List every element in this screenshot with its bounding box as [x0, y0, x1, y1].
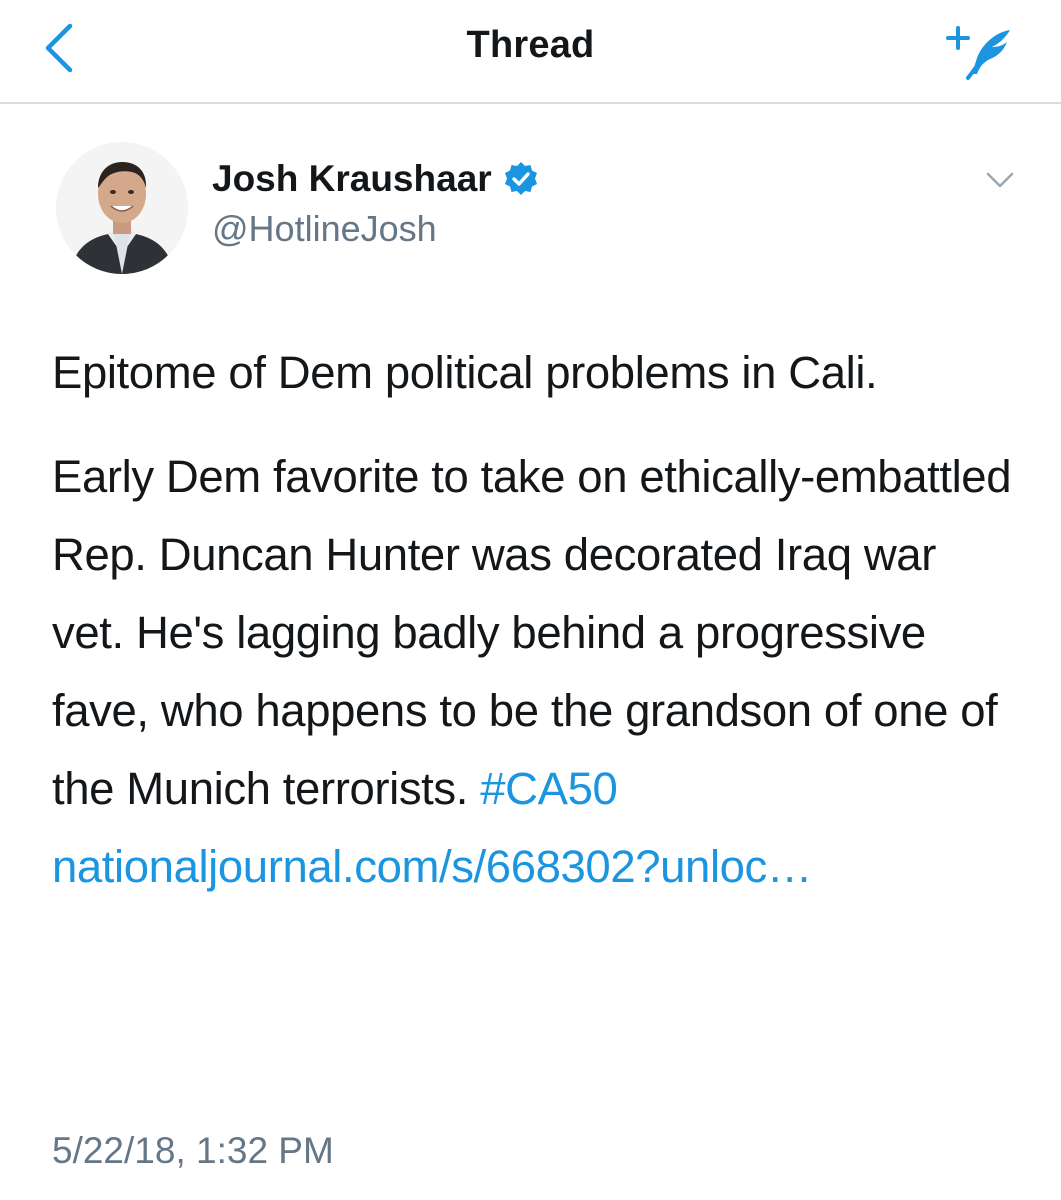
tweet-menu-button[interactable] [980, 166, 1020, 196]
page-title: Thread [466, 24, 595, 66]
compose-tweet-icon [946, 26, 1010, 80]
author-name[interactable]: Josh Kraushaar [212, 158, 540, 200]
tweet-text: Epitome of Dem political problems in Cal… [52, 334, 1012, 906]
compose-tweet-button[interactable] [944, 22, 1020, 82]
article-link[interactable]: nationaljournal.com/s/668302?unloc… [52, 841, 812, 892]
tweet-paragraph-2: Early Dem favorite to take on ethically-… [52, 438, 1012, 906]
verified-badge-icon [504, 162, 537, 195]
author-handle[interactable]: @HotlineJosh [212, 208, 437, 250]
tweet-paragraph-1: Epitome of Dem political problems in Cal… [52, 347, 878, 398]
chevron-down-icon [986, 172, 1014, 188]
tweet-timestamp: 5/22/18, 1:32 PM [52, 1130, 334, 1171]
author-name-text: Josh Kraushaar [212, 158, 492, 199]
profile-photo-icon [56, 142, 188, 274]
nav-bar: Thread [0, 0, 1061, 104]
hashtag-link[interactable]: #CA50 [480, 763, 618, 814]
avatar[interactable] [56, 142, 188, 274]
tweet-paragraph-2-text: Early Dem favorite to take on ethically-… [52, 451, 1012, 814]
